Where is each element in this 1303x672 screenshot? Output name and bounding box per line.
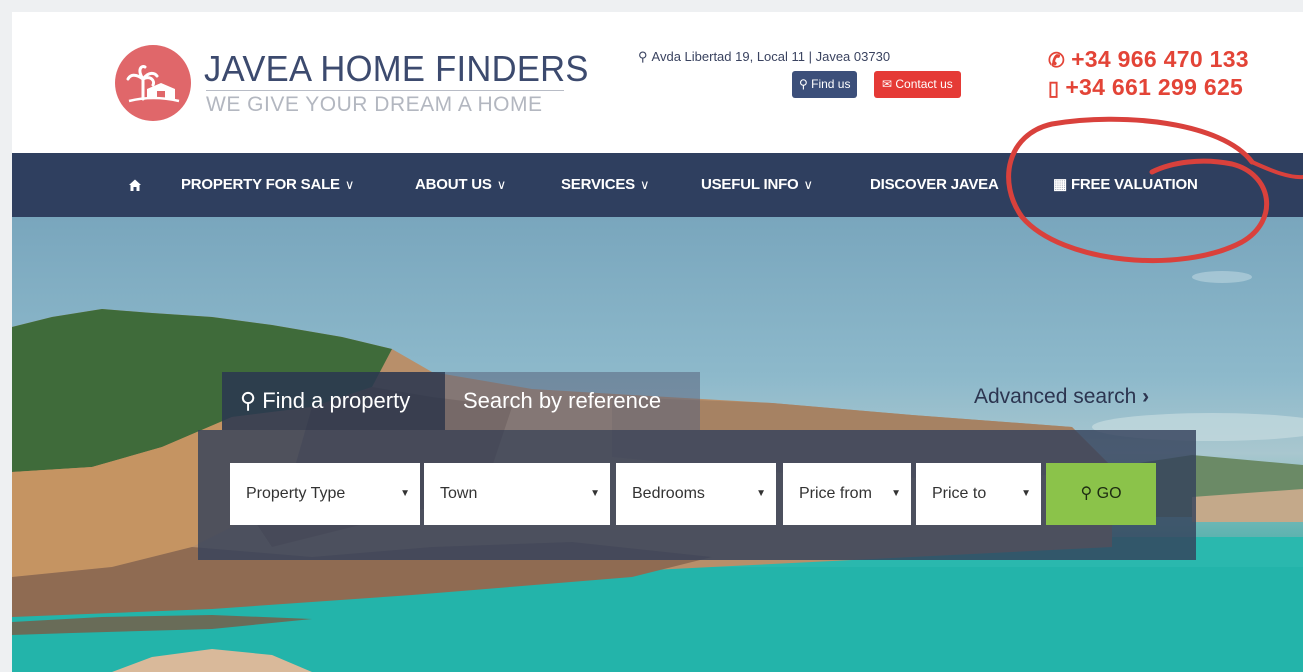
nav-item-property-for-sale[interactable]: PROPERTY FOR SALE ∨ (181, 153, 354, 217)
tab-reference-label: Search by reference (463, 388, 662, 413)
contact-us-button[interactable]: ✉ Contact us (874, 71, 961, 98)
town-value: Town (440, 485, 478, 502)
envelope-icon: ✉ (882, 77, 896, 91)
go-label: GO (1096, 485, 1122, 502)
calculator-icon: ▦ (1053, 176, 1071, 193)
nav-item-discover-javea[interactable]: DISCOVER JAVEA (870, 153, 999, 217)
brand-name[interactable]: JAVEA HOME FINDERS (204, 48, 589, 90)
nav-item-useful-info[interactable]: USEFUL INFO ∨ (701, 153, 813, 217)
caret-down-icon: ▼ (590, 488, 600, 499)
tab-find-label: Find a property (262, 388, 411, 413)
phone-icon: ✆ (1048, 50, 1066, 72)
map-pin-icon: ⚲ (638, 49, 648, 64)
price-to-select[interactable]: Price to ▼ (916, 463, 1041, 525)
nav-label: DISCOVER JAVEA (870, 176, 999, 193)
search-icon: ⚲ (1080, 485, 1097, 502)
address-text: Avda Libertad 19, Local 11 | Javea 03730 (651, 49, 891, 64)
main-nav: PROPERTY FOR SALE ∨ ABOUT US ∨ SERVICES ∨ U… (12, 153, 1303, 217)
nav-item-services[interactable]: SERVICES ∨ (561, 153, 650, 217)
find-us-label: Find us (811, 77, 851, 91)
caret-down-icon: ▼ (756, 488, 766, 499)
brand-tagline: WE GIVE YOUR DREAM A HOME (206, 93, 543, 116)
property-type-select[interactable]: Property Type ▼ (230, 463, 420, 525)
tab-find-property[interactable]: ⚲ Find a property (222, 372, 445, 430)
site-header: JAVEA HOME FINDERS WE GIVE YOUR DREAM A … (12, 12, 1303, 153)
nav-label: USEFUL INFO (701, 176, 799, 193)
search-icon: ⚲ (240, 388, 263, 413)
caret-down-icon: ▼ (400, 488, 410, 499)
hero-banner: ⚲ Find a property Search by reference Ad… (12, 217, 1303, 672)
contact-us-label: Contact us (895, 77, 953, 91)
nav-item-about-us[interactable]: ABOUT US ∨ (415, 153, 506, 217)
caret-down-icon: ▼ (1021, 488, 1031, 499)
bedrooms-select[interactable]: Bedrooms ▼ (616, 463, 776, 525)
chevron-down-icon: ∨ (640, 177, 650, 192)
find-us-button[interactable]: ⚲ Find us (792, 71, 858, 98)
chevron-right-icon: › (1136, 385, 1150, 408)
nav-item-free-valuation[interactable]: ▦ FREE VALUATION (1053, 153, 1198, 217)
page: JAVEA HOME FINDERS WE GIVE YOUR DREAM A … (12, 12, 1303, 672)
price-from-select[interactable]: Price from ▼ (783, 463, 911, 525)
bedrooms-value: Bedrooms (632, 485, 705, 502)
go-button[interactable]: ⚲ GO (1046, 463, 1156, 525)
phone-mobile-number: +34 661 299 625 (1065, 74, 1244, 100)
chevron-down-icon: ∨ (496, 177, 507, 192)
chevron-down-icon: ∨ (803, 177, 814, 192)
phone-mobile[interactable]: ▯ +34 661 299 625 (1048, 74, 1243, 101)
property-type-value: Property Type (246, 485, 346, 502)
palm-house-icon (126, 65, 180, 103)
chevron-down-icon: ∨ (344, 177, 355, 192)
nav-label: PROPERTY FOR SALE (181, 176, 340, 193)
address: ⚲ Avda Libertad 19, Local 11 | Javea 0373… (638, 49, 890, 65)
price-to-value: Price to (932, 485, 987, 502)
price-from-value: Price from (799, 485, 872, 502)
mobile-icon: ▯ (1048, 78, 1060, 100)
town-select[interactable]: Town ▼ (424, 463, 610, 525)
caret-down-icon: ▼ (891, 488, 901, 499)
divider (206, 90, 564, 91)
nav-label: ABOUT US (415, 176, 492, 193)
advanced-search-link[interactable]: Advanced search › (974, 385, 1149, 409)
phone-landline[interactable]: ✆ +34 966 470 133 (1048, 46, 1249, 73)
map-pin-icon: ⚲ (799, 77, 812, 91)
phone-landline-number: +34 966 470 133 (1071, 46, 1249, 72)
home-icon[interactable] (128, 153, 142, 217)
nav-label: FREE VALUATION (1070, 176, 1198, 193)
logo[interactable] (115, 45, 191, 121)
tab-search-by-reference[interactable]: Search by reference (445, 372, 700, 430)
nav-label: SERVICES (561, 176, 635, 193)
advanced-search-label: Advanced search (974, 385, 1137, 408)
